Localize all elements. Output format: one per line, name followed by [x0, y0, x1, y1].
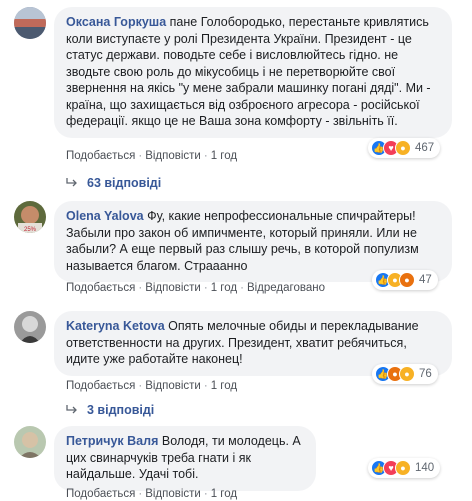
avatar[interactable] [14, 426, 46, 458]
haha-reaction-icon: ● [395, 460, 411, 476]
comment-author[interactable]: Оксана Горкуша [66, 15, 166, 29]
svg-text:25%: 25% [24, 227, 37, 233]
comment-bubble: Петричук Валя Володя, ти молодець. А цих… [54, 426, 316, 491]
comment-actions: Подобається · Відповісти · 1 год [66, 380, 238, 392]
timestamp[interactable]: 1 год [211, 380, 237, 392]
comment-actions: Подобається · Відповісти · 1 год · Відредагова… [66, 282, 325, 294]
reply-link[interactable]: Відповісти [145, 380, 201, 392]
comment-text: пане Голобородько, перестаньте кривлятис… [66, 15, 431, 128]
comment-actions: Подобається · Відповісти · 1 год [66, 488, 238, 500]
avatar[interactable] [14, 7, 46, 39]
reactions-summary[interactable]: 👍 ● ● 76 [372, 364, 438, 384]
reaction-count: 140 [415, 462, 435, 474]
reply-link[interactable]: Відповісти [145, 488, 201, 500]
comment-4: Петричук Валя Володя, ти молодець. А цих… [14, 426, 466, 501]
edited-label[interactable]: Відредаговано [247, 282, 325, 294]
reaction-count: 467 [415, 142, 435, 154]
reactions-summary[interactable]: 👍 ♥ ● 140 [368, 458, 441, 478]
like-link[interactable]: Подобається [66, 150, 135, 162]
comment-actions: Подобається · Відповісти · 1 год [66, 150, 238, 162]
replies-label: 3 відповіді [87, 403, 155, 417]
reactions-summary[interactable]: 👍 ♥ ● 467 [368, 138, 441, 158]
like-link[interactable]: Подобається [66, 282, 135, 294]
reply-arrow-icon [66, 405, 77, 414]
like-link[interactable]: Подобається [66, 488, 135, 500]
avatar[interactable]: 25% [14, 201, 46, 233]
reply-link[interactable]: Відповісти [145, 150, 201, 162]
wow-reaction-icon: ● [395, 140, 411, 156]
like-link[interactable]: Подобається [66, 380, 135, 392]
comment-author[interactable]: Петричук Валя [66, 434, 158, 448]
comment-author[interactable]: Olena Yalova [66, 209, 144, 223]
timestamp[interactable]: 1 год [211, 150, 237, 162]
timestamp[interactable]: 1 год [211, 282, 237, 294]
comment-author[interactable]: Kateryna Ketova [66, 319, 165, 333]
view-replies-button[interactable]: 63 відповіді [66, 176, 161, 190]
reactions-summary[interactable]: 👍 ● ● 47 [372, 270, 438, 290]
sad-reaction-icon: ● [399, 366, 415, 382]
view-replies-button[interactable]: 3 відповіді [66, 403, 154, 417]
reaction-count: 76 [419, 368, 432, 380]
reply-arrow-icon [66, 178, 77, 187]
comment-bubble: Оксана Горкуша пане Голобородько, перест… [54, 7, 452, 138]
reaction-count: 47 [419, 274, 432, 286]
comment-3: Kateryna Ketova Опять мелочные обиды и п… [14, 311, 466, 392]
timestamp[interactable]: 1 год [211, 488, 237, 500]
replies-label: 63 відповіді [87, 176, 162, 190]
comment-2: 25% Olena Yalova Фу, какие непрофессиона… [14, 201, 466, 296]
reply-link[interactable]: Відповісти [145, 282, 201, 294]
angry-reaction-icon: ● [399, 272, 415, 288]
comment-1: Оксана Горкуша пане Голобородько, перест… [14, 7, 466, 162]
avatar[interactable] [14, 311, 46, 343]
